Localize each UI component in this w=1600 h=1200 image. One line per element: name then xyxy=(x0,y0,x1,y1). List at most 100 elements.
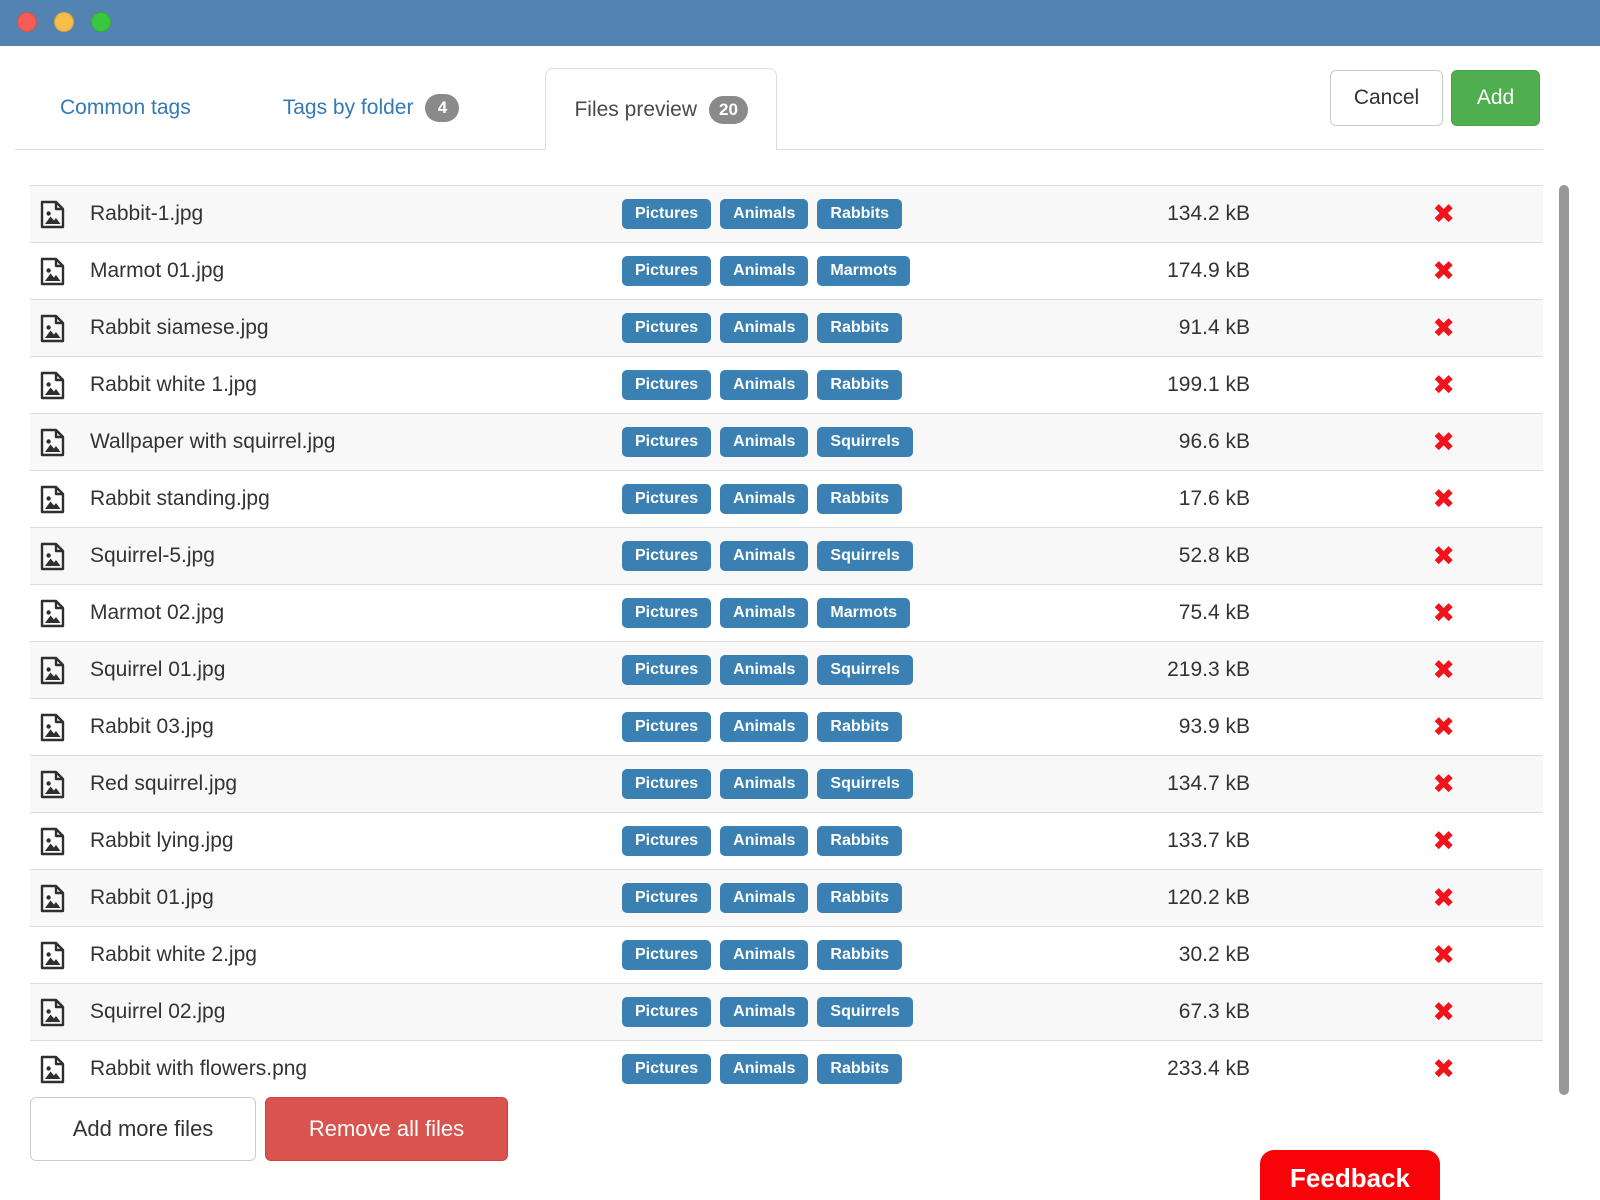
feedback-button[interactable]: Feedback xyxy=(1260,1150,1440,1200)
tag-button[interactable]: Pictures xyxy=(622,541,711,571)
file-image-icon xyxy=(40,713,65,742)
tag-button[interactable]: Animals xyxy=(720,769,808,799)
file-tags: Pictures Animals Rabbits xyxy=(622,826,1112,856)
tag-button[interactable]: Pictures xyxy=(622,712,711,742)
tag-button[interactable]: Pictures xyxy=(622,1054,711,1084)
tag-button[interactable]: Squirrels xyxy=(817,769,912,799)
tag-button[interactable]: Rabbits xyxy=(817,940,902,970)
tag-button[interactable]: Rabbits xyxy=(817,484,902,514)
tag-button[interactable]: Squirrels xyxy=(817,541,912,571)
tag-button[interactable]: Animals xyxy=(720,655,808,685)
file-size: 233.4 kB xyxy=(1112,1057,1260,1081)
tab-tags-by-folder[interactable]: Tags by folder 4 xyxy=(255,67,488,149)
tag-button[interactable]: Animals xyxy=(720,1054,808,1084)
file-size: 75.4 kB xyxy=(1112,601,1260,625)
tag-button[interactable]: Pictures xyxy=(622,940,711,970)
file-name: Rabbit siamese.jpg xyxy=(82,316,622,340)
file-tags: Pictures Animals Rabbits xyxy=(622,712,1112,742)
tag-button[interactable]: Animals xyxy=(720,940,808,970)
file-row: Rabbit 03.jpg PicturesAnimalsRabbits 93.… xyxy=(30,698,1543,755)
tag-button[interactable]: Animals xyxy=(720,997,808,1027)
add-more-files-button[interactable]: Add more files xyxy=(30,1097,256,1161)
file-name: Rabbit lying.jpg xyxy=(82,829,622,853)
tag-button[interactable]: Marmots xyxy=(817,598,910,628)
file-row: Squirrel-5.jpg PicturesAnimalsSquirrels … xyxy=(30,527,1543,584)
tab-label: Common tags xyxy=(60,96,191,120)
tag-button[interactable]: Rabbits xyxy=(817,313,902,343)
tag-button[interactable]: Animals xyxy=(720,484,808,514)
file-row: Rabbit white 2.jpg PicturesAnimalsRabbit… xyxy=(30,926,1543,983)
add-button[interactable]: Add xyxy=(1451,70,1540,126)
tag-button[interactable]: Rabbits xyxy=(817,1054,902,1084)
file-tags: Pictures Animals Squirrels xyxy=(622,769,1112,799)
tag-button[interactable]: Animals xyxy=(720,712,808,742)
file-tags: Pictures Animals Rabbits xyxy=(622,370,1112,400)
remove-all-files-button[interactable]: Remove all files xyxy=(265,1097,508,1161)
tag-button[interactable]: Rabbits xyxy=(817,199,902,229)
tag-button[interactable]: Squirrels xyxy=(817,997,912,1027)
tab-count-badge: 4 xyxy=(425,94,459,122)
file-name: Rabbit with flowers.png xyxy=(82,1057,622,1081)
remove-file-icon[interactable]: ✖ xyxy=(1432,543,1455,570)
tag-button[interactable]: Pictures xyxy=(622,370,711,400)
tag-button[interactable]: Animals xyxy=(720,370,808,400)
tab-files-preview[interactable]: Files preview 20 xyxy=(545,68,776,150)
file-image-icon xyxy=(40,770,65,799)
tag-button[interactable]: Rabbits xyxy=(817,826,902,856)
remove-file-icon[interactable]: ✖ xyxy=(1432,258,1455,285)
tag-button[interactable]: Animals xyxy=(720,256,808,286)
tag-button[interactable]: Pictures xyxy=(622,256,711,286)
file-icon-cell xyxy=(30,485,82,514)
remove-file-icon[interactable]: ✖ xyxy=(1432,999,1455,1026)
tag-button[interactable]: Pictures xyxy=(622,769,711,799)
vertical-scrollbar-thumb[interactable] xyxy=(1559,185,1569,1095)
cancel-button[interactable]: Cancel xyxy=(1330,70,1443,126)
tag-button[interactable]: Pictures xyxy=(622,313,711,343)
zoom-window-icon[interactable] xyxy=(91,12,111,32)
tag-button[interactable]: Rabbits xyxy=(817,370,902,400)
tag-button[interactable]: Rabbits xyxy=(817,883,902,913)
tab-count-badge: 20 xyxy=(709,96,748,124)
remove-file-icon[interactable]: ✖ xyxy=(1432,315,1455,342)
tag-button[interactable]: Rabbits xyxy=(817,712,902,742)
tab-common-tags[interactable]: Common tags xyxy=(32,67,219,149)
remove-file-icon[interactable]: ✖ xyxy=(1432,372,1455,399)
remove-file-icon[interactable]: ✖ xyxy=(1432,942,1455,969)
file-tags: Pictures Animals Rabbits xyxy=(622,313,1112,343)
tag-button[interactable]: Animals xyxy=(720,826,808,856)
remove-file-icon[interactable]: ✖ xyxy=(1432,885,1455,912)
tag-button[interactable]: Pictures xyxy=(622,484,711,514)
file-name: Rabbit-1.jpg xyxy=(82,202,622,226)
tag-button[interactable]: Squirrels xyxy=(817,655,912,685)
tag-button[interactable]: Pictures xyxy=(622,883,711,913)
file-row: Wallpaper with squirrel.jpg PicturesAnim… xyxy=(30,413,1543,470)
tag-button[interactable]: Pictures xyxy=(622,826,711,856)
tag-button[interactable]: Marmots xyxy=(817,256,910,286)
close-window-icon[interactable] xyxy=(17,12,37,32)
remove-file-icon[interactable]: ✖ xyxy=(1432,201,1455,228)
remove-file-icon[interactable]: ✖ xyxy=(1432,486,1455,513)
tag-button[interactable]: Animals xyxy=(720,541,808,571)
remove-file-icon[interactable]: ✖ xyxy=(1432,600,1455,627)
tag-button[interactable]: Pictures xyxy=(622,199,711,229)
remove-file-icon[interactable]: ✖ xyxy=(1432,828,1455,855)
file-row: Rabbit standing.jpg PicturesAnimalsRabbi… xyxy=(30,470,1543,527)
tag-button[interactable]: Pictures xyxy=(622,427,711,457)
tag-button[interactable]: Squirrels xyxy=(817,427,912,457)
tag-button[interactable]: Animals xyxy=(720,199,808,229)
minimize-window-icon[interactable] xyxy=(54,12,74,32)
tag-button[interactable]: Pictures xyxy=(622,655,711,685)
tag-button[interactable]: Pictures xyxy=(622,997,711,1027)
file-icon-cell xyxy=(30,542,82,571)
tag-button[interactable]: Animals xyxy=(720,598,808,628)
tag-button[interactable]: Animals xyxy=(720,883,808,913)
file-icon-cell xyxy=(30,656,82,685)
remove-file-icon[interactable]: ✖ xyxy=(1432,657,1455,684)
tag-button[interactable]: Animals xyxy=(720,427,808,457)
remove-file-icon[interactable]: ✖ xyxy=(1432,771,1455,798)
tag-button[interactable]: Pictures xyxy=(622,598,711,628)
remove-file-icon[interactable]: ✖ xyxy=(1432,429,1455,456)
tag-button[interactable]: Animals xyxy=(720,313,808,343)
remove-file-icon[interactable]: ✖ xyxy=(1432,714,1455,741)
remove-file-icon[interactable]: ✖ xyxy=(1432,1056,1455,1083)
